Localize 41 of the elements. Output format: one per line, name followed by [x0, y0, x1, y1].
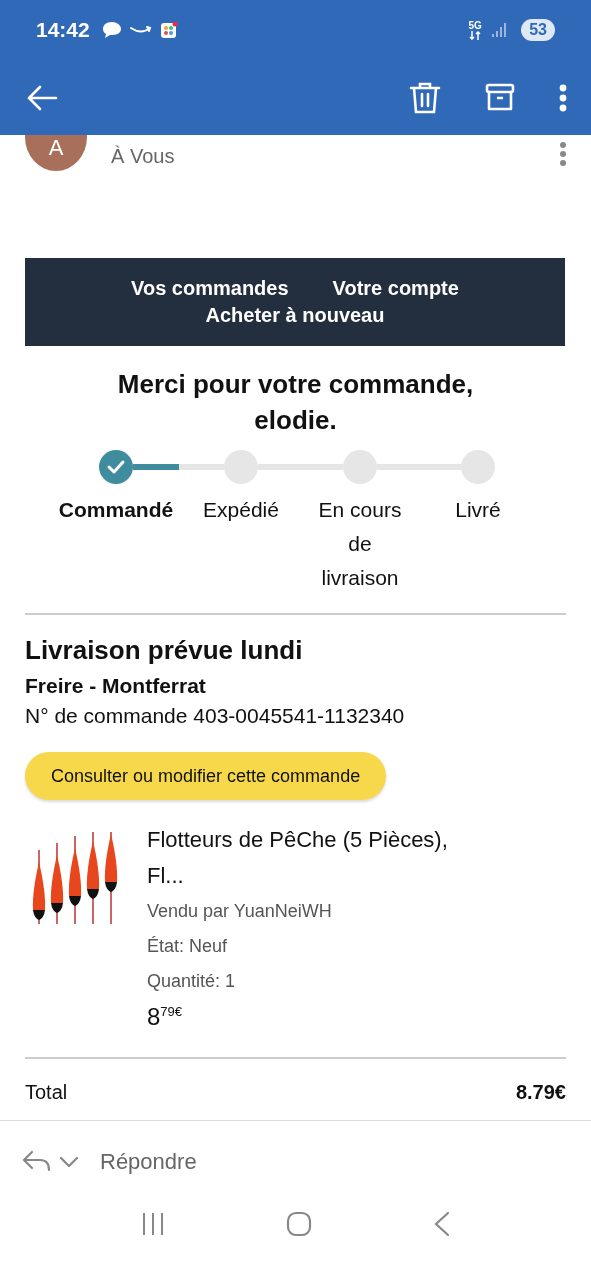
item-condition: État: Neuf [147, 935, 229, 958]
chevron-down-icon[interactable] [60, 1157, 78, 1167]
progress-fill [133, 464, 179, 470]
nav-link[interactable]: Acheter à nouveau [205, 304, 385, 327]
reply-button[interactable]: Répondre [100, 1149, 197, 1175]
status-time: 14:42 [36, 18, 90, 42]
back-button[interactable] [26, 84, 58, 111]
thank-you-title: Merci pour votre commande, elodie. [116, 368, 475, 437]
step-label: En cours de livraison [317, 497, 403, 591]
signal-icon [491, 22, 508, 38]
delivery-heading: Livraison prévue lundi [25, 635, 304, 666]
message-options-button[interactable] [559, 141, 567, 167]
home-button[interactable] [286, 1211, 313, 1237]
total-value: 8.79€ [515, 1081, 566, 1104]
order-number: N° de commande 403-0045541-1132340 [25, 704, 406, 728]
battery-level: 53 [521, 19, 555, 41]
reply-icon[interactable] [22, 1150, 52, 1174]
archive-button[interactable] [485, 82, 515, 113]
recent-apps-button[interactable] [140, 1212, 165, 1236]
delivery-address: Freire - Montferrat [25, 674, 207, 698]
step-label: Commandé [58, 497, 174, 523]
item-title[interactable]: Flotteurs de PêChe (5 Pièces), Fl... [147, 822, 487, 894]
item-seller: Vendu par YuanNeiWH [147, 900, 333, 923]
item-price: 8$^{79€}$ [147, 1003, 184, 1031]
smile-arrow-icon [129, 25, 152, 35]
system-back-button[interactable] [434, 1211, 451, 1237]
data-arrows-icon [469, 30, 482, 40]
step-label: Expédié [203, 497, 279, 523]
network-indicator: 5G [467, 20, 483, 31]
app-grid-icon [159, 21, 178, 39]
view-order-button[interactable]: Consulter ou modifier cette commande [25, 752, 387, 800]
nav-link[interactable]: Votre compte [332, 277, 459, 300]
total-label: Total [25, 1081, 68, 1104]
step-label: Livré [455, 497, 501, 523]
nav-link[interactable]: Vos commandes [131, 277, 289, 300]
delete-button[interactable] [409, 80, 441, 115]
recipient-label: À Vous [111, 145, 176, 168]
sender-avatar: A [25, 135, 87, 171]
chat-icon [101, 21, 122, 39]
more-options-button[interactable] [559, 83, 567, 112]
item-quantity: Quantité: 1 [147, 970, 237, 993]
